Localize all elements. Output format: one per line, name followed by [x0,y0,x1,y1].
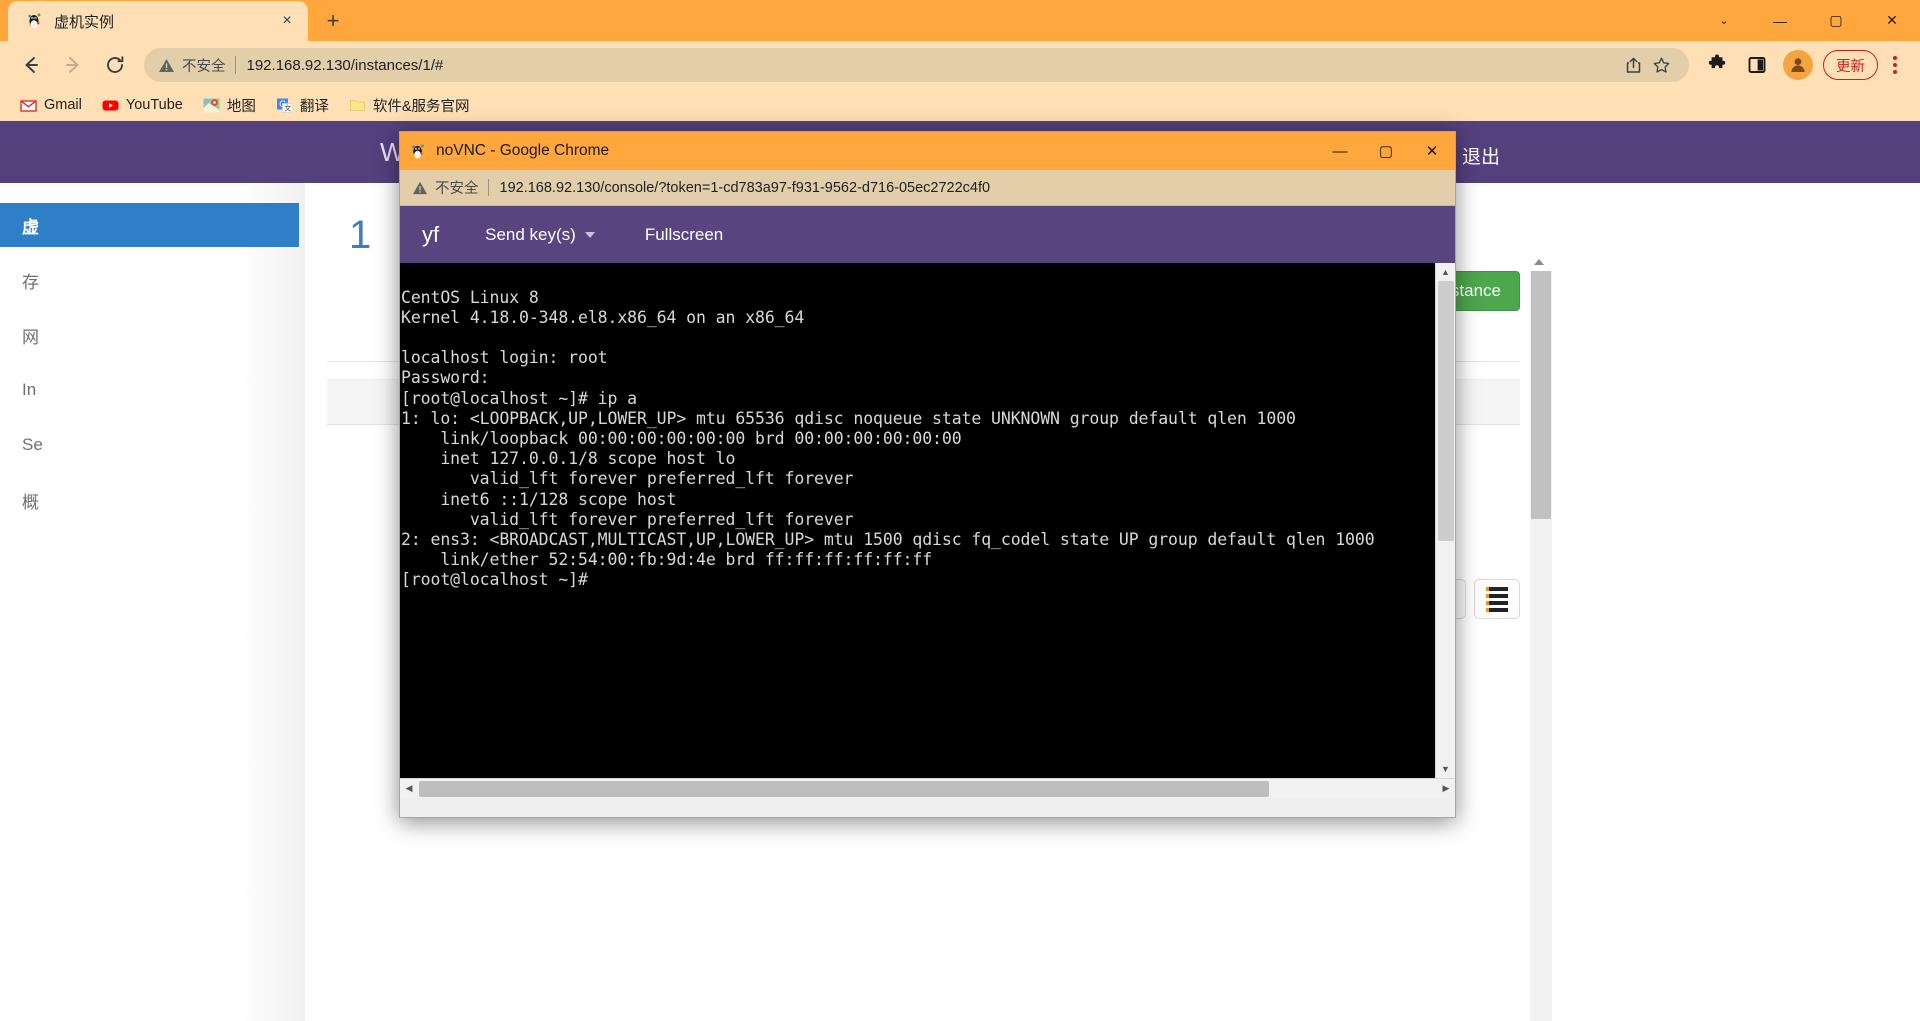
sidebar-item-instances[interactable]: 虚 [0,203,299,247]
maximize-button[interactable]: ▢ [1808,0,1864,41]
sidebar-item-label: 存 [22,272,39,292]
novnc-horizontal-scrollbar[interactable]: ◀ ▶ [400,778,1455,798]
new-tab-button[interactable]: + [318,6,348,36]
sidebar-item-security[interactable]: Se [0,423,305,467]
novnc-address-bar[interactable]: 不安全 192.168.92.130/console/?token=1-cd78… [400,170,1455,206]
url-text: 192.168.92.130/instances/1/# [246,56,444,74]
bookmark-label: 翻译 [299,98,329,115]
novnc-window-controls: — ▢ ✕ [1317,132,1455,170]
novnc-brand-label: yf [422,221,440,247]
tab-close-icon[interactable]: × [276,10,298,32]
svg-text:文: 文 [284,103,291,112]
not-secure-warning-icon [412,180,428,196]
avatar[interactable] [1783,50,1813,80]
logout-link[interactable]: 退出 [1462,142,1500,169]
sidebar-item-label: In [22,380,37,399]
sidebar-item-overview[interactable]: 概 [0,478,305,522]
scrollbar-thumb[interactable] [1531,271,1551,519]
sidebar-item-label: Se [22,435,43,454]
tab-search-chevron-icon[interactable]: ⌄ [1696,0,1752,41]
novnc-maximize-button[interactable]: ▢ [1363,132,1409,170]
sidebar: 虚 存 网 In Se 概 [0,183,305,1021]
forward-button[interactable] [55,47,91,83]
scroll-left-arrow-icon[interactable]: ◀ [400,783,418,794]
sidebar-item-network[interactable]: 网 [0,313,305,357]
puzzle-icon[interactable] [1700,48,1734,82]
novnc-url-text: 192.168.92.130/console/?token=1-cd783a97… [499,179,991,196]
novnc-window-title: noVNC - Google Chrome [436,142,610,159]
update-button[interactable]: 更新 [1823,50,1878,80]
send-keys-dropdown[interactable]: Send key(s) [485,225,595,245]
scroll-up-arrow-icon[interactable] [1530,253,1548,271]
novnc-minimize-button[interactable]: — [1317,132,1363,170]
security-status-label: 不安全 [182,58,226,75]
star-icon[interactable] [1647,51,1675,79]
sidebar-item-label: 概 [22,492,39,512]
folder-icon [349,97,366,114]
maps-icon [203,97,220,114]
novnc-close-button[interactable]: ✕ [1409,132,1455,170]
three-dot-menu-icon[interactable] [1880,47,1910,83]
novnc-title-bar[interactable]: noVNC - Google Chrome — ▢ ✕ [400,132,1455,170]
send-keys-label: Send key(s) [485,224,576,244]
minimize-button[interactable]: — [1752,0,1808,41]
bookmark-label: Gmail [44,97,82,113]
fullscreen-button[interactable]: Fullscreen [645,225,723,245]
vm-tux-icon [410,143,427,160]
bookmark-translate[interactable]: G文 翻译 [268,92,337,118]
bookmark-gmail[interactable]: Gmail [12,92,90,118]
novnc-toolbar: yf Send key(s) Fullscreen [400,206,1455,263]
scroll-down-arrow-icon[interactable]: ▼ [1436,760,1455,778]
gmail-icon [20,97,37,114]
side-panel-icon[interactable] [1740,48,1774,82]
sidebar-item-label: 虚 [22,217,39,237]
novnc-security-status-label: 不安全 [435,181,479,197]
omnibox-divider [234,56,236,74]
not-secure-warning-icon [158,57,175,74]
bookmark-label: YouTube [125,97,183,113]
sidebar-item-storage[interactable]: 存 [0,258,305,302]
page-vertical-scrollbar[interactable] [1530,271,1552,1021]
translate-icon: G文 [276,97,293,114]
vnc-canvas[interactable]: CentOS Linux 8 Kernel 4.18.0-348.el8.x86… [400,263,1435,778]
chevron-down-icon [584,231,595,238]
youtube-icon [102,97,119,114]
sidebar-item-images[interactable]: In [0,368,305,412]
vertical-scrollbar-thumb[interactable] [1438,281,1454,541]
bookmark-label: 软件&服务官网 [372,98,470,115]
close-window-button[interactable]: ✕ [1864,0,1920,41]
omnibox-actions [1619,51,1675,79]
novnc-screen-area: CentOS Linux 8 Kernel 4.18.0-348.el8.x86… [400,263,1455,778]
scroll-right-arrow-icon[interactable]: ▶ [1437,783,1455,794]
bookmark-folder[interactable]: 软件&服务官网 [341,92,478,118]
bookmarks-bar: Gmail YouTube 地图 G文 翻译 软件&服务官网 [0,89,1920,121]
sidebar-item-label: 网 [22,327,39,347]
tab-title: 虚机实例 [54,13,115,31]
browser-tab[interactable]: 虚机实例 × [8,1,308,41]
share-icon[interactable] [1619,51,1647,79]
novnc-vertical-scrollbar[interactable]: ▲ ▼ [1435,263,1455,778]
vm-tux-icon [26,12,44,30]
novnc-popup-window: noVNC - Google Chrome — ▢ ✕ 不安全 192.168.… [399,131,1456,818]
bookmark-label: 地图 [226,98,256,115]
bookmark-youtube[interactable]: YouTube [94,92,191,118]
tab-strip: 虚机实例 × + ⌄ — ▢ ✕ [0,0,1920,41]
chrome-browser-window: 虚机实例 × + ⌄ — ▢ ✕ 不安全 192.168.92.130/inst… [0,0,1920,1021]
window-controls: ⌄ — ▢ ✕ [1696,0,1920,41]
scroll-up-arrow-icon[interactable]: ▲ [1436,263,1455,281]
back-button[interactable] [13,47,49,83]
browser-toolbar: 不安全 192.168.92.130/instances/1/# 更新 [0,41,1920,89]
list-glyph [1486,586,1508,612]
terminal-output: CentOS Linux 8 Kernel 4.18.0-348.el8.x86… [401,287,1375,590]
bookmark-maps[interactable]: 地图 [195,92,264,118]
reload-button[interactable] [97,47,133,83]
list-view-icon[interactable] [1474,579,1520,619]
address-bar[interactable]: 不安全 192.168.92.130/instances/1/# [144,48,1689,82]
novnc-omnibox-divider [487,179,489,196]
horizontal-scrollbar-thumb[interactable] [419,781,1269,797]
